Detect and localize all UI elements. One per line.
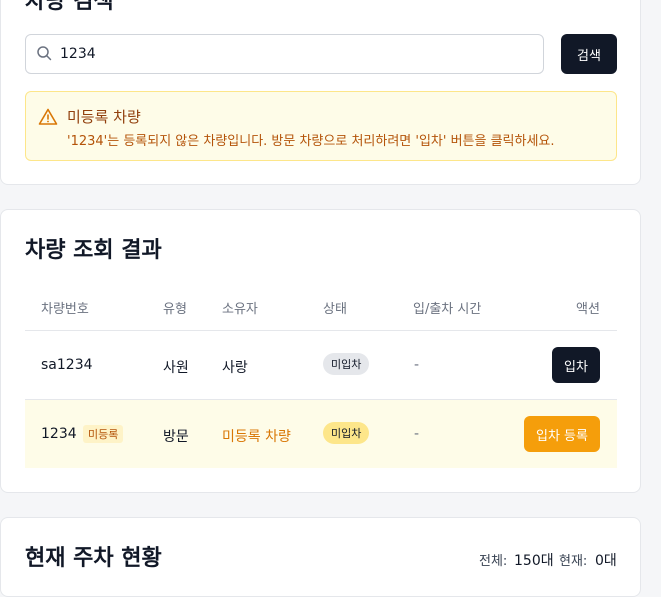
status-badge: 미입차 [323,422,370,444]
total-value: 150대 [514,553,554,569]
warning-icon [38,108,58,125]
results-card: 차량 조회 결과 차량번호 유형 소유자 상태 입/출차 시간 액션 sa123… [0,209,641,493]
entry-exit-time: - [414,426,420,442]
check-in-button[interactable]: 입차 [552,347,600,383]
current-label: 현재: [559,554,588,569]
search-button[interactable]: 검색 [561,34,617,74]
unregistered-alert: 미등록 차량 '1234'는 등록되지 않은 차량입니다. 방문 차량으로 처리… [25,91,617,161]
search-field[interactable] [25,34,544,74]
plate-number: 1234 [41,426,77,442]
column-header-time: 입/출차 시간 [413,302,482,317]
vehicle-type: 사원 [163,360,189,376]
register-entry-button[interactable]: 입차 등록 [524,416,600,452]
total-label: 전체: [479,554,508,569]
alert-title: 미등록 차량 [67,108,141,126]
header-divider [25,330,617,331]
parking-status-title: 현재 주차 현황 [25,546,162,571]
owner-name: 사랑 [222,360,248,376]
column-header-action: 액션 [576,302,600,317]
vehicle-search-card: 차량 검색 검색 미등록 차량 '1234'는 등록되지 않은 차량입니다. 방… [0,0,641,185]
column-header-owner: 소유자 [222,302,258,317]
column-header-plate: 차량번호 [41,302,89,317]
owner-name: 미등록 차량 [222,429,291,445]
plate-number: sa1234 [41,357,93,373]
unregistered-tag: 미등록 [83,425,124,443]
column-header-type: 유형 [163,302,187,317]
current-value: 0대 [595,553,617,569]
entry-exit-time: - [414,357,420,373]
parking-status-card: 현재 주차 현황 전체: 150대 현재: 0대 [0,517,641,597]
status-badge: 미입차 [323,353,370,375]
vehicle-type: 방문 [163,429,189,445]
column-header-status: 상태 [323,302,347,317]
search-icon [37,46,52,61]
search-section-title: 차량 검색 [25,0,114,14]
alert-message: '1234'는 등록되지 않은 차량입니다. 방문 차량으로 처리하려면 '입차… [67,134,555,149]
results-title: 차량 조회 결과 [25,238,162,263]
search-input[interactable] [60,46,520,62]
